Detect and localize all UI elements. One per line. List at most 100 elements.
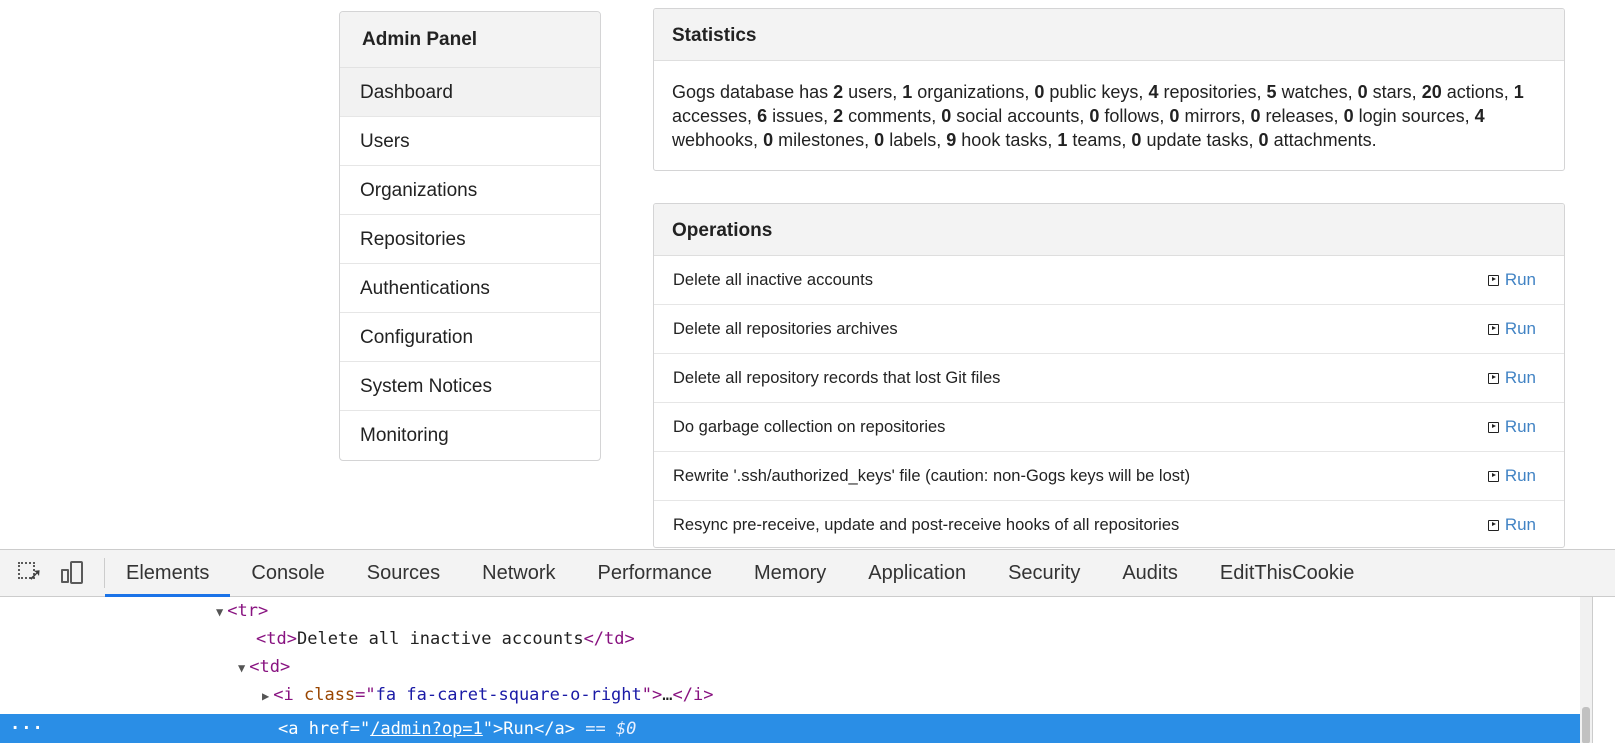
stat-label: releases,	[1265, 106, 1339, 126]
run-link[interactable]: Run	[1505, 368, 1536, 388]
run-link[interactable]: Run	[1505, 466, 1536, 486]
devtools-tool-group	[0, 558, 105, 588]
operation-row: Delete all repositories archives Run	[654, 305, 1564, 354]
sidebar-item-dashboard[interactable]: Dashboard	[340, 68, 600, 117]
stat-count: 20	[1421, 82, 1442, 102]
stat-label: teams,	[1072, 130, 1127, 150]
stat-label: public keys,	[1049, 82, 1144, 102]
devtools-tab-security[interactable]: Security	[987, 550, 1101, 596]
devtools-tab-application[interactable]: Application	[847, 550, 987, 596]
stat-count: 0	[1250, 106, 1261, 126]
sidebar-item-configuration[interactable]: Configuration	[340, 313, 600, 362]
devtools-tab-network[interactable]: Network	[461, 550, 576, 596]
stat-label: mirrors,	[1184, 106, 1246, 126]
statistics-prefix: Gogs database has	[672, 82, 829, 102]
devtools-tabs: Elements Console Sources Network Performance…	[105, 550, 1376, 597]
operation-label: Delete all repositories archives	[673, 319, 898, 338]
sidebar-item-monitoring[interactable]: Monitoring	[340, 411, 600, 460]
collapse-triangle-icon[interactable]: ▶	[262, 689, 269, 703]
stat-count: 0	[1131, 130, 1142, 150]
tree-node-td-text[interactable]: <td>Delete all inactive accounts</td>	[256, 625, 635, 653]
stat-label: social accounts,	[956, 106, 1085, 126]
stat-label: issues,	[772, 106, 829, 126]
stat-count: 1	[1513, 82, 1524, 102]
stat-count: 0	[1034, 82, 1045, 102]
devtools-tab-memory[interactable]: Memory	[733, 550, 847, 596]
sidebar-item-system-notices[interactable]: System Notices	[340, 362, 600, 411]
tree-node-a-selected[interactable]: ... <a href="/admin?op=1">Run</a> == $0	[0, 714, 1580, 743]
stat-label: labels,	[889, 130, 942, 150]
inspect-element-icon[interactable]	[16, 559, 44, 587]
elements-tree: ▼ <tr> <td>Delete all inactive accounts</…	[0, 597, 1580, 743]
run-button[interactable]: Run	[1487, 270, 1536, 290]
devtools-tab-performance[interactable]: Performance	[577, 550, 734, 596]
operations-list: Delete all inactive accounts Run Delete al…	[654, 256, 1564, 547]
statistics-panel: Statistics Gogs database has 2 users, 1 …	[653, 8, 1565, 171]
operation-row: Delete all repository records that lost …	[654, 354, 1564, 403]
operation-row: Resync pre-receive, update and post-rece…	[654, 501, 1564, 547]
operation-row: Do garbage collection on repositories Run	[654, 403, 1564, 452]
expand-triangle-icon[interactable]: ▼	[216, 605, 223, 619]
stat-count: 5	[1266, 82, 1277, 102]
sidebar-item-authentications[interactable]: Authentications	[340, 264, 600, 313]
tree-node-td[interactable]: ▼ <td>	[238, 653, 290, 681]
caret-square-right-icon	[1487, 470, 1499, 482]
stat-label: accesses,	[672, 106, 753, 126]
run-link[interactable]: Run	[1505, 270, 1536, 290]
run-link[interactable]: Run	[1505, 417, 1536, 437]
run-button[interactable]: Run	[1487, 515, 1536, 535]
stat-label: hook tasks,	[961, 130, 1053, 150]
sidebar-item-organizations[interactable]: Organizations	[340, 166, 600, 215]
stat-count: 0	[1258, 130, 1269, 150]
run-button[interactable]: Run	[1487, 466, 1536, 486]
operation-row: Delete all inactive accounts Run	[654, 256, 1564, 305]
caret-square-right-icon	[1487, 421, 1499, 433]
stat-count: 0	[1089, 106, 1100, 126]
run-link[interactable]: Run	[1505, 515, 1536, 535]
stat-count: 1	[902, 82, 913, 102]
devtools-tab-sources[interactable]: Sources	[346, 550, 461, 596]
styles-pane-edge	[1592, 597, 1615, 743]
operation-label: Do garbage collection on repositories	[673, 417, 946, 436]
stat-count: 4	[1474, 106, 1485, 126]
devtools-tab-audits[interactable]: Audits	[1101, 550, 1199, 596]
statistics-body: Gogs database has 2 users, 1 organizatio…	[654, 61, 1564, 152]
operation-label: Delete all inactive accounts	[673, 270, 873, 289]
elements-scrollbar[interactable]	[1580, 597, 1592, 743]
devtools-tab-elements[interactable]: Elements	[105, 550, 231, 597]
caret-square-right-icon	[1487, 323, 1499, 335]
run-link[interactable]: Run	[1505, 319, 1536, 339]
run-button[interactable]: Run	[1487, 319, 1536, 339]
stat-count: 0	[1343, 106, 1354, 126]
tree-node-i[interactable]: ▶ <i class="fa fa-caret-square-o-right">……	[262, 681, 713, 709]
stat-label: comments,	[848, 106, 937, 126]
sidebar-item-users[interactable]: Users	[340, 117, 600, 166]
statistics-title: Statistics	[654, 9, 1564, 61]
stat-count: 0	[763, 130, 774, 150]
href-link[interactable]: /admin?op=1	[370, 719, 483, 739]
stat-label: stars,	[1372, 82, 1417, 102]
devtools-tab-editthiscookie[interactable]: EditThisCookie	[1199, 550, 1376, 596]
stat-count: 4	[1148, 82, 1159, 102]
sidebar-item-repositories[interactable]: Repositories	[340, 215, 600, 264]
stat-label: organizations,	[917, 82, 1030, 102]
stat-count: 0	[1357, 82, 1368, 102]
run-button[interactable]: Run	[1487, 417, 1536, 437]
stat-label: follows,	[1104, 106, 1165, 126]
operation-label: Resync pre-receive, update and post-rece…	[673, 515, 1180, 534]
run-button[interactable]: Run	[1487, 368, 1536, 388]
caret-square-right-icon	[1487, 372, 1499, 384]
device-toolbar-icon[interactable]	[58, 559, 86, 587]
stat-count: 9	[946, 130, 957, 150]
operation-label: Rewrite '.ssh/authorized_keys' file (cau…	[673, 466, 1191, 485]
sidebar-title: Admin Panel	[340, 12, 600, 68]
caret-square-right-icon	[1487, 519, 1499, 531]
page: Admin Panel Dashboard Users Organization…	[0, 0, 1615, 743]
stat-count: 0	[941, 106, 952, 126]
devtools-tab-console[interactable]: Console	[230, 550, 345, 596]
stat-label: webhooks,	[672, 130, 759, 150]
caret-square-right-icon	[1487, 274, 1499, 286]
expand-triangle-icon[interactable]: ▼	[238, 661, 245, 675]
stat-label: attachments.	[1273, 130, 1377, 150]
tree-node-tr[interactable]: ▼ <tr>	[216, 597, 268, 625]
